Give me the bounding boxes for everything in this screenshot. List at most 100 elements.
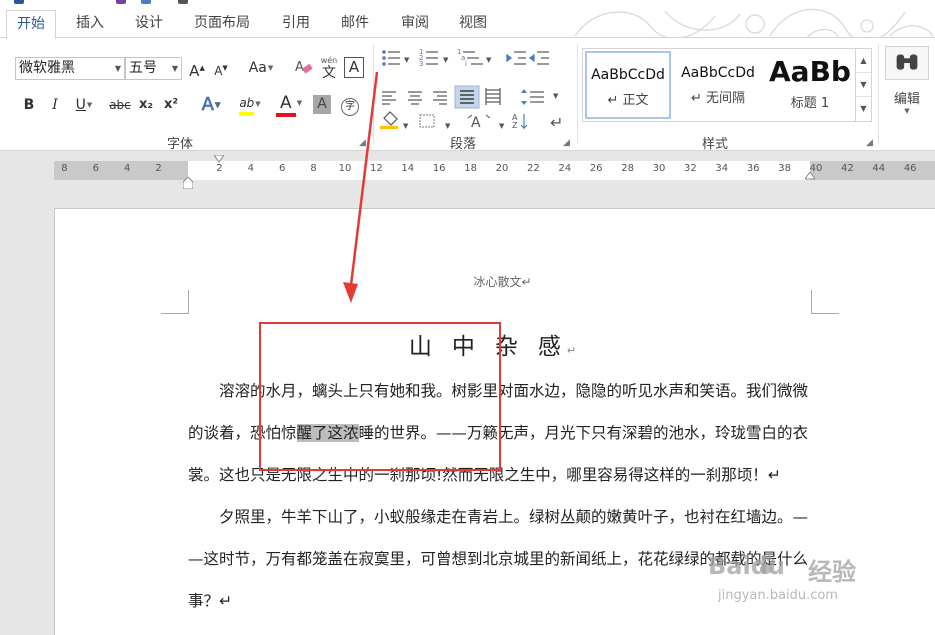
subscript-button[interactable]: x₂ bbox=[136, 94, 156, 118]
more-styles-icon[interactable]: ▼ bbox=[856, 97, 871, 121]
shrink-font-button[interactable]: A▼ bbox=[212, 57, 230, 81]
page-header[interactable]: 冰心散文↵ bbox=[0, 273, 935, 290]
ruler-number: 18 bbox=[464, 163, 477, 174]
change-case-icon: Aa bbox=[248, 60, 267, 76]
highlighter-icon: ab bbox=[239, 94, 255, 116]
ruler-number: 28 bbox=[621, 163, 634, 174]
font-dialog-launcher-icon[interactable]: ◢ bbox=[359, 138, 366, 148]
ruler-number: 38 bbox=[778, 163, 791, 174]
qat-save-icon[interactable] bbox=[116, 0, 126, 4]
ruler-number: 36 bbox=[746, 163, 760, 174]
show-marks-button[interactable] bbox=[545, 112, 571, 136]
highlight-button[interactable]: ab▼ bbox=[232, 92, 268, 116]
italic-icon: I bbox=[52, 97, 58, 113]
font-name-combo[interactable]: 微软雅黑 ▼ bbox=[15, 57, 125, 80]
character-border-button[interactable]: A bbox=[344, 57, 364, 78]
subscript-icon: x₂ bbox=[138, 97, 154, 112]
ruler-number: 20 bbox=[495, 163, 509, 174]
text-effects-button[interactable]: A▼ bbox=[195, 94, 227, 118]
qat-redo-icon[interactable] bbox=[141, 0, 151, 4]
ruler-number: 16 bbox=[432, 163, 446, 174]
group-separator bbox=[373, 44, 374, 144]
superscript-button[interactable]: x² bbox=[161, 94, 181, 118]
font-color-button[interactable]: A ▼ bbox=[272, 92, 306, 117]
chevron-up-icon[interactable]: ▲ bbox=[856, 49, 871, 73]
align-right-button[interactable] bbox=[429, 84, 453, 108]
font-size-value: 五号 bbox=[129, 60, 157, 76]
watermark-brand: Baidu bbox=[708, 552, 785, 580]
ruler-number: 12 bbox=[370, 163, 383, 174]
ribbon: 微软雅黑 ▼ 五号 ▼ A▲ A▼ Aa▼ A wén 文 A B I U▼ a… bbox=[0, 37, 935, 152]
paragraph-dialog-launcher-icon[interactable]: ◢ bbox=[563, 138, 570, 148]
numbering-button[interactable] bbox=[417, 46, 455, 70]
tab-design[interactable]: 设计 bbox=[125, 10, 173, 38]
underline-icon: U bbox=[75, 97, 86, 113]
ruler-number: 14 bbox=[401, 163, 415, 174]
qat-customize-icon[interactable] bbox=[178, 0, 188, 4]
style-sample: AaBbCcDd bbox=[591, 67, 665, 83]
editing-button[interactable]: 编辑 ▼ bbox=[884, 46, 930, 128]
style-heading-1[interactable]: AaBb 标题 1 bbox=[765, 51, 855, 119]
tab-mailings[interactable]: 邮件 bbox=[331, 10, 379, 38]
styles-gallery-scroll[interactable]: ▲ ▼ ▼ bbox=[855, 49, 871, 121]
change-case-button[interactable]: Aa▼ bbox=[244, 57, 278, 81]
hanging-indent-icon[interactable] bbox=[183, 177, 193, 189]
chevron-down-icon[interactable]: ▼ bbox=[115, 58, 121, 79]
ruler-number: 4 bbox=[124, 163, 131, 174]
chevron-down-icon[interactable]: ▼ bbox=[856, 73, 871, 97]
bullets-button[interactable] bbox=[378, 46, 416, 70]
multilevel-list-button[interactable] bbox=[456, 46, 496, 70]
tab-page-layout[interactable]: 页面布局 bbox=[184, 10, 260, 38]
line-spacing-button[interactable] bbox=[515, 84, 555, 108]
style-sample: AaBbCcDd bbox=[681, 65, 755, 81]
style-no-spacing[interactable]: AaBbCcDd ↵ 无间隔 bbox=[675, 51, 761, 119]
enclose-characters-button[interactable]: 字 bbox=[340, 94, 360, 118]
tab-view[interactable]: 视图 bbox=[449, 10, 497, 38]
character-shading-icon: A bbox=[317, 96, 327, 112]
style-name: ↵ 正文 bbox=[607, 93, 649, 108]
styles-dialog-launcher-icon[interactable]: ◢ bbox=[866, 138, 873, 148]
align-center-button[interactable] bbox=[404, 84, 428, 108]
ruler-number: 30 bbox=[652, 163, 666, 174]
tab-insert[interactable]: 插入 bbox=[66, 10, 114, 38]
style-name: ↵ 无间隔 bbox=[690, 91, 746, 106]
style-normal[interactable]: AaBbCcDd ↵ 正文 bbox=[585, 51, 671, 119]
ruler-number: 6 bbox=[92, 163, 99, 174]
sort-button[interactable] bbox=[508, 112, 536, 136]
distributed-button[interactable] bbox=[482, 84, 506, 108]
phonetic-guide-button[interactable]: wén 文 bbox=[318, 55, 340, 80]
ruler-number: 22 bbox=[527, 163, 540, 174]
group-separator bbox=[878, 44, 879, 144]
qat-undo-icon[interactable] bbox=[14, 0, 24, 4]
font-size-combo[interactable]: 五号 ▼ bbox=[125, 57, 182, 80]
watermark-url: jingyan.baidu.com bbox=[718, 588, 838, 603]
increase-indent-button[interactable] bbox=[530, 46, 552, 70]
paragraph-group-label: 段落 bbox=[450, 137, 477, 152]
first-line-indent-icon[interactable] bbox=[214, 155, 224, 163]
borders-button[interactable] bbox=[417, 112, 453, 136]
watermark-text: 经验 bbox=[808, 558, 856, 586]
bold-button[interactable]: B bbox=[20, 94, 38, 118]
grow-font-icon: A bbox=[189, 62, 200, 80]
character-shading-button[interactable]: A bbox=[313, 95, 331, 114]
ruler-number: 10 bbox=[338, 163, 352, 174]
strikethrough-button[interactable]: abc bbox=[108, 94, 132, 118]
tab-review[interactable]: 审阅 bbox=[391, 10, 439, 38]
superscript-icon: x² bbox=[163, 97, 179, 112]
crop-mark-top-right bbox=[811, 290, 839, 314]
grow-font-button[interactable]: A▲ bbox=[188, 57, 206, 81]
align-left-button[interactable] bbox=[378, 84, 402, 108]
chevron-down-icon[interactable]: ▼ bbox=[172, 58, 178, 79]
right-indent-icon[interactable] bbox=[805, 172, 815, 180]
clear-formatting-button[interactable]: A bbox=[293, 57, 315, 81]
decrease-indent-button[interactable] bbox=[505, 46, 527, 70]
shading-button[interactable] bbox=[378, 112, 408, 136]
styles-group-label: 样式 bbox=[702, 137, 729, 152]
italic-button[interactable]: I bbox=[46, 94, 64, 118]
font-group-label: 字体 bbox=[167, 137, 194, 152]
crop-mark-top-left bbox=[161, 290, 189, 314]
justify-button[interactable] bbox=[455, 84, 479, 108]
tab-home[interactable]: 开始 bbox=[6, 10, 56, 39]
underline-button[interactable]: U▼ bbox=[70, 94, 98, 118]
tab-references[interactable]: 引用 bbox=[272, 10, 320, 38]
